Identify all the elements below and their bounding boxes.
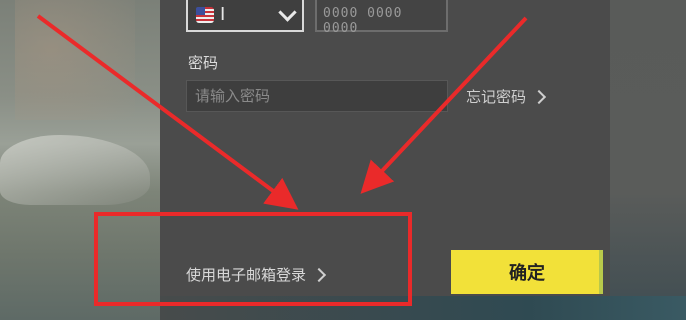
annotation-arrow — [36, 14, 299, 210]
annotation-arrow — [360, 16, 528, 194]
annotation-arrows — [36, 14, 528, 210]
